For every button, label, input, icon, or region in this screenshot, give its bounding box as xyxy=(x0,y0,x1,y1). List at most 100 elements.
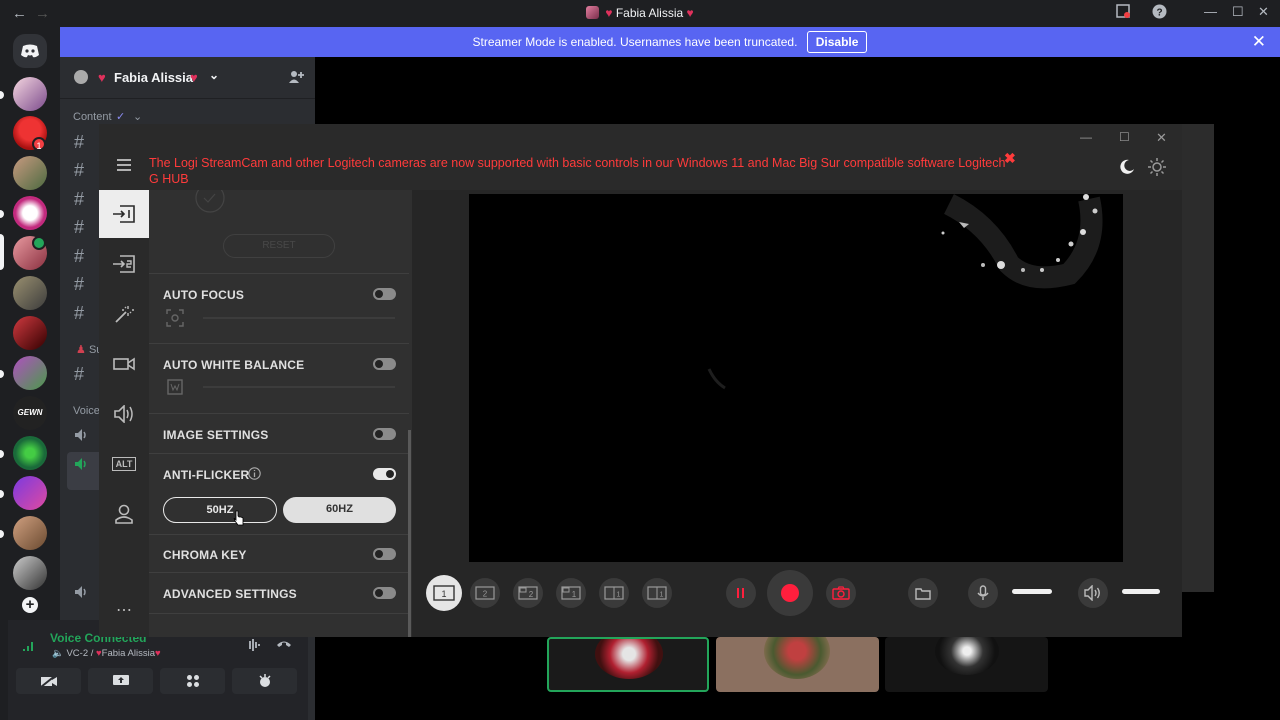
speaker-icon[interactable] xyxy=(74,585,88,599)
source-1-tab[interactable] xyxy=(99,190,149,238)
voice-channel-path[interactable]: 🔈 VC-2 / ♥Fabia Alissia♥ xyxy=(52,648,161,659)
layout-single-button[interactable]: 1 xyxy=(426,575,462,611)
snapshot-button[interactable] xyxy=(826,578,856,608)
account-icon[interactable] xyxy=(99,490,149,538)
server-icon[interactable] xyxy=(13,77,47,111)
speaker-volume-slider[interactable] xyxy=(1122,589,1160,594)
audio-icon[interactable] xyxy=(99,390,149,438)
microphone-button[interactable] xyxy=(968,578,998,608)
window-title: ♥ Fabia Alissia ♥ xyxy=(0,6,1280,20)
participant-tile[interactable] xyxy=(716,637,879,692)
minimize-icon[interactable]: — xyxy=(1204,4,1217,19)
discord-home-icon[interactable] xyxy=(13,34,47,68)
heart-icon: ♥ xyxy=(190,70,198,85)
disconnect-icon[interactable] xyxy=(276,638,292,650)
channel-hash-icon[interactable]: # xyxy=(74,160,84,181)
dark-theme-icon[interactable] xyxy=(1119,159,1135,175)
disable-button[interactable]: Disable xyxy=(806,31,868,53)
help-icon[interactable]: ? xyxy=(1152,4,1167,19)
maximize-icon[interactable]: ☐ xyxy=(1119,130,1130,144)
server-icon[interactable]: GEWN xyxy=(13,396,47,430)
layout-pip1-button[interactable]: 1 xyxy=(556,578,586,608)
channel-hash-icon[interactable]: # xyxy=(74,217,84,238)
close-icon[interactable]: ✕ xyxy=(1252,27,1266,57)
folder-button[interactable] xyxy=(908,578,938,608)
channel-hash-icon[interactable]: # xyxy=(74,132,84,153)
server-icon[interactable] xyxy=(13,476,47,510)
60hz-option[interactable]: 60HZ xyxy=(283,497,396,523)
channel-hash-icon[interactable]: # xyxy=(74,364,84,385)
scrollbar[interactable] xyxy=(408,430,411,637)
channel-hash-icon[interactable]: # xyxy=(74,246,84,267)
advanced-settings-toggle[interactable] xyxy=(373,587,396,599)
record-button[interactable] xyxy=(767,570,813,616)
mic-volume-slider[interactable] xyxy=(1012,589,1052,594)
reset-button[interactable]: RESET xyxy=(223,234,335,258)
camera-settings-icon[interactable] xyxy=(99,340,149,388)
avatar xyxy=(586,6,600,19)
layout-pip2-button[interactable]: 2 xyxy=(513,578,543,608)
effects-wand-icon[interactable] xyxy=(99,290,149,338)
anti-flicker-toggle[interactable] xyxy=(373,468,396,480)
unread-pill xyxy=(0,91,4,99)
source-2-tab[interactable] xyxy=(99,240,149,288)
image-settings-toggle[interactable] xyxy=(373,428,396,440)
participant-tile[interactable] xyxy=(547,637,709,692)
server-icon[interactable] xyxy=(13,356,47,390)
hamburger-menu-icon[interactable] xyxy=(117,159,131,171)
channel-hash-icon[interactable]: # xyxy=(74,274,84,295)
voice-category-label[interactable]: Voice xyxy=(73,405,100,417)
close-icon[interactable]: ✕ xyxy=(1258,4,1269,20)
channel-hash-icon[interactable]: # xyxy=(74,303,84,324)
invite-icon[interactable] xyxy=(288,69,304,85)
more-icon[interactable]: ⋯ xyxy=(99,586,149,634)
minimize-icon[interactable]: — xyxy=(1080,130,1092,144)
50hz-option[interactable]: 50HZ xyxy=(163,497,277,523)
noise-suppression-icon[interactable] xyxy=(246,638,262,652)
layout-number: 1 xyxy=(617,592,621,599)
white-balance-slider[interactable] xyxy=(203,386,395,388)
image-settings-row: IMAGE SETTINGS xyxy=(149,413,409,453)
server-header[interactable]: ♥ Fabia Alissia ♥ ⌄ xyxy=(60,57,315,99)
server-icon[interactable] xyxy=(13,516,47,550)
server-icon[interactable] xyxy=(13,556,47,590)
mention-badge: 1 xyxy=(32,137,46,151)
auto-focus-label: AUTO FOCUS xyxy=(163,288,245,302)
light-theme-icon[interactable] xyxy=(1148,158,1166,176)
server-icon[interactable] xyxy=(13,156,47,190)
speaker-button[interactable] xyxy=(1078,578,1108,608)
pause-button[interactable] xyxy=(726,578,756,608)
chroma-key-toggle[interactable] xyxy=(373,548,396,560)
alt-view-tab[interactable]: ALT xyxy=(99,440,149,488)
server-icon[interactable] xyxy=(13,436,47,470)
server-icon[interactable] xyxy=(13,316,47,350)
selected-pill xyxy=(0,234,4,270)
white-balance-icon xyxy=(166,378,184,396)
layout-split-21-button[interactable]: 1 xyxy=(642,578,672,608)
anti-flicker-row: ANTI-FLICKER 50HZ 60HZ xyxy=(149,453,409,534)
add-server-icon[interactable]: + xyxy=(22,597,38,613)
camera-off-button[interactable] xyxy=(16,668,81,694)
server-icon[interactable] xyxy=(13,276,47,310)
server-icon[interactable] xyxy=(13,196,47,230)
auto-focus-toggle[interactable] xyxy=(373,288,396,300)
server-boost-icon xyxy=(74,70,88,84)
info-icon[interactable] xyxy=(248,467,261,480)
category-label[interactable]: Content xyxy=(73,111,112,123)
participant-tile[interactable] xyxy=(885,637,1048,692)
window-title-text: Fabia Alissia xyxy=(615,6,684,20)
focus-slider[interactable] xyxy=(203,317,395,319)
screen-share-button[interactable] xyxy=(88,668,153,694)
inbox-icon[interactable] xyxy=(1116,4,1130,18)
soundboard-button[interactable] xyxy=(232,668,297,694)
channel-hash-icon[interactable]: # xyxy=(74,189,84,210)
layout-source2-button[interactable]: 2 xyxy=(470,578,500,608)
layout-number: 1 xyxy=(660,592,664,599)
speaker-icon[interactable] xyxy=(74,428,88,442)
auto-white-balance-toggle[interactable] xyxy=(373,358,396,370)
maximize-icon[interactable]: ☐ xyxy=(1232,4,1244,20)
layout-split-12-button[interactable]: 1 xyxy=(599,578,629,608)
notice-close-icon[interactable]: ✖ xyxy=(1004,150,1016,167)
activities-button[interactable] xyxy=(160,668,225,694)
close-icon[interactable]: ✕ xyxy=(1156,130,1167,146)
